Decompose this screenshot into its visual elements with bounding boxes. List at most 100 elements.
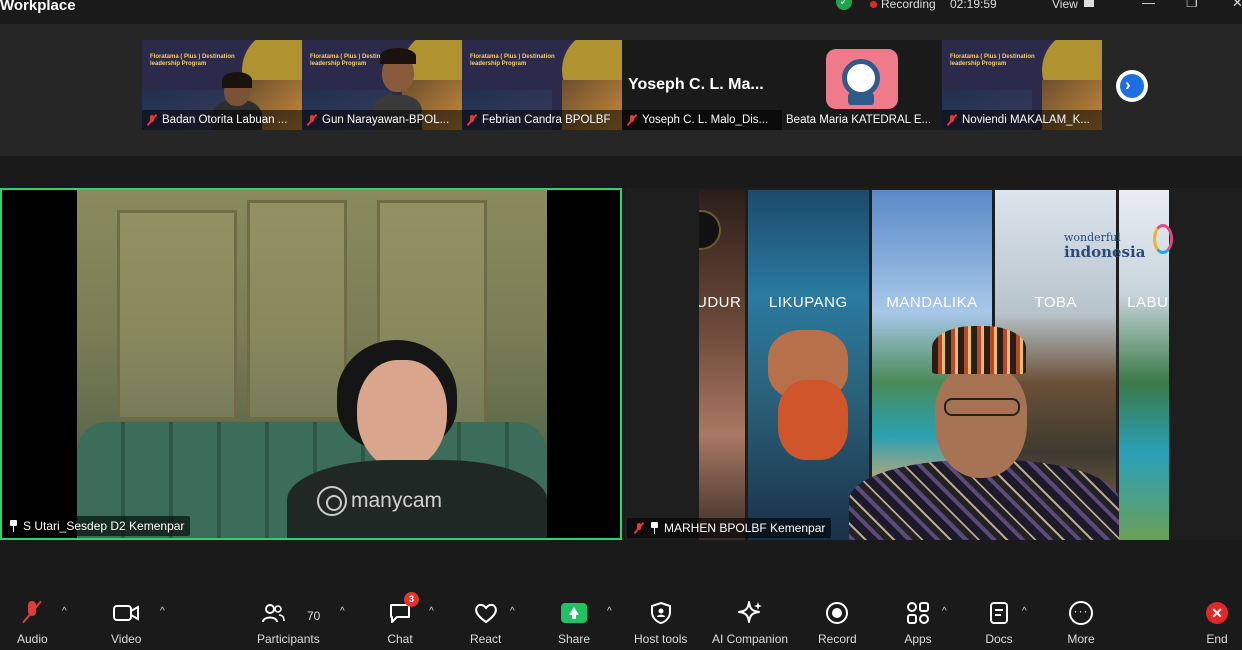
- destination-label: LABU: [1127, 294, 1169, 311]
- view-grid-icon[interactable]: [1084, 0, 1094, 7]
- participant-name: Badan Otorita Labuan ...: [162, 114, 288, 126]
- host-tools-label: Host tools: [634, 632, 688, 646]
- virtual-background: DUDUR LIKUPANG MANDALIKA TOBA LABU wonde…: [699, 190, 1173, 540]
- chat-label: Chat: [387, 632, 413, 646]
- meeting-toolbar: [0, 590, 1242, 650]
- maximize-icon[interactable]: ❐: [1186, 0, 1198, 11]
- destination-label: TOBA: [1034, 294, 1078, 311]
- participant-label: Gun Narayawan-BPOL...: [302, 110, 462, 130]
- participant-thumbnail[interactable]: Beata Maria KATEDRAL E...: [782, 40, 942, 130]
- audio-options-caret-icon[interactable]: ^: [62, 606, 67, 617]
- chat-unread-badge: 3: [404, 592, 419, 607]
- apps-options-caret-icon[interactable]: ^: [942, 606, 947, 617]
- security-shield-icon[interactable]: ✓: [836, 0, 852, 10]
- react-label: React: [470, 632, 502, 646]
- participant-name: Febrian Candra BPOLBF: [482, 114, 611, 126]
- react-options-caret-icon[interactable]: ^: [510, 606, 515, 617]
- share-options-caret-icon[interactable]: ^: [607, 606, 612, 617]
- share-label: Share: [558, 632, 591, 646]
- heart-icon: [471, 598, 501, 628]
- participant-name: MARHEN BPOLBF Kemenpar: [664, 521, 826, 535]
- document-icon: [984, 598, 1014, 628]
- video-options-caret-icon[interactable]: ^: [160, 606, 165, 617]
- participant-thumbnail[interactable]: Floratama ( Plus ) Destination leadershi…: [942, 40, 1102, 130]
- participant-name: S Utari_Sesdep D2 Kemenpar: [23, 519, 185, 533]
- manycam-logo-icon: [317, 486, 347, 516]
- shield-icon: [646, 598, 676, 628]
- tile-name-label: MARHEN BPOLBF Kemenpar: [627, 518, 832, 538]
- participant-label: Yoseph C. L. Malo_Dis...: [622, 110, 782, 130]
- video-label: Video: [111, 632, 142, 646]
- docs-button[interactable]: Docs: [984, 598, 1014, 646]
- mic-muted-icon: [146, 114, 158, 126]
- next-page-button[interactable]: ›: [1116, 70, 1148, 102]
- react-button[interactable]: React: [470, 598, 501, 646]
- record-icon: [822, 598, 852, 628]
- docs-options-caret-icon[interactable]: ^: [1022, 606, 1027, 617]
- participant-thumbnail[interactable]: Floratama ( Plus ) Destination leadershi…: [142, 40, 302, 130]
- audio-label: Audio: [17, 632, 48, 646]
- mic-muted-icon: [306, 114, 318, 126]
- sparkle-icon: [735, 598, 765, 628]
- share-button[interactable]: Share: [558, 598, 590, 646]
- ai-companion-label: AI Companion: [712, 632, 789, 646]
- chat-options-caret-icon[interactable]: ^: [429, 606, 434, 617]
- chat-button[interactable]: 3 Chat: [385, 592, 419, 646]
- host-tools-button[interactable]: Host tools: [634, 598, 687, 646]
- title-bar: Workplace ✓ Recording 02:19:59 View — ❐ …: [0, 0, 1242, 24]
- apps-icon: [903, 598, 933, 628]
- share-screen-icon: [559, 598, 589, 628]
- brand-swirl-icon: [1153, 224, 1173, 254]
- more-label: More: [1067, 632, 1095, 646]
- audio-button[interactable]: Audio: [17, 598, 48, 646]
- manycam-watermark: manycam: [317, 486, 442, 516]
- app-title: Workplace: [0, 0, 76, 14]
- video-tile[interactable]: DUDUR LIKUPANG MANDALIKA TOBA LABU wonde…: [625, 188, 1242, 540]
- video-tile-active-speaker[interactable]: manycam S Utari_Sesdep D2 Kemenpar: [0, 188, 622, 540]
- end-label: End: [1206, 632, 1228, 646]
- video-camera-icon: [111, 598, 141, 628]
- participants-label: Participants: [257, 632, 320, 646]
- more-button[interactable]: ··· More: [1066, 598, 1096, 646]
- participant-label: Beata Maria KATEDRAL E...: [782, 110, 942, 130]
- tile-name-label: S Utari_Sesdep D2 Kemenpar: [4, 516, 191, 536]
- participant-label: Febrian Candra BPOLBF: [462, 110, 622, 130]
- participant-name: Yoseph C. L. Malo_Dis...: [642, 114, 769, 126]
- video-button[interactable]: Video: [111, 598, 141, 646]
- wonderful-indonesia-logo: wonderful indonesia: [1064, 230, 1145, 260]
- end-button[interactable]: ✕ End: [1202, 598, 1232, 646]
- mic-muted-icon: [946, 114, 958, 126]
- record-label: Record: [818, 632, 857, 646]
- record-button[interactable]: Record: [818, 598, 857, 646]
- close-icon[interactable]: ✕: [1232, 0, 1242, 11]
- slide-title: Floratama ( Plus ) Destination leadershi…: [150, 54, 235, 67]
- apps-button[interactable]: Apps: [903, 598, 933, 646]
- participant-thumbnail[interactable]: Yoseph C. L. Ma... Yoseph C. L. Malo_Dis…: [622, 40, 782, 130]
- mic-muted-icon: [626, 114, 638, 126]
- mic-muted-icon: [466, 114, 478, 126]
- meeting-timer: 02:19:59: [950, 0, 997, 11]
- destination-label: MANDALIKA: [886, 294, 978, 311]
- pin-icon: [651, 522, 658, 534]
- participant-thumbnail[interactable]: Floratama ( Plus ) Destination leadershi…: [302, 40, 462, 130]
- participant-thumbnail[interactable]: Floratama ( Plus ) Destination leadershi…: [462, 40, 622, 130]
- watermark-text: manycam: [351, 489, 443, 512]
- participant-label: Noviendi MAKALAM_K...: [942, 110, 1102, 130]
- ai-companion-button[interactable]: AI Companion: [712, 598, 788, 646]
- recording-label[interactable]: Recording: [881, 0, 936, 11]
- end-meeting-icon: ✕: [1202, 598, 1232, 628]
- participant-name: Gun Narayawan-BPOL...: [322, 114, 450, 126]
- apps-label: Apps: [904, 632, 932, 646]
- participants-options-caret-icon[interactable]: ^: [340, 606, 345, 617]
- satellite-dish-icon: [826, 49, 898, 109]
- docs-label: Docs: [985, 632, 1013, 646]
- recording-dot-icon: [870, 1, 877, 8]
- participant-video: manycam: [77, 190, 547, 538]
- minimize-icon[interactable]: —: [1142, 0, 1155, 10]
- slide-title: Floratama ( Plus ) Destination leadershi…: [950, 54, 1035, 67]
- view-button[interactable]: View: [1052, 0, 1078, 11]
- destination-label: LIKUPANG: [768, 294, 848, 311]
- pin-icon: [10, 520, 17, 532]
- participant-display-name: Yoseph C. L. Ma...: [628, 76, 764, 93]
- participants-count: 70: [307, 609, 321, 623]
